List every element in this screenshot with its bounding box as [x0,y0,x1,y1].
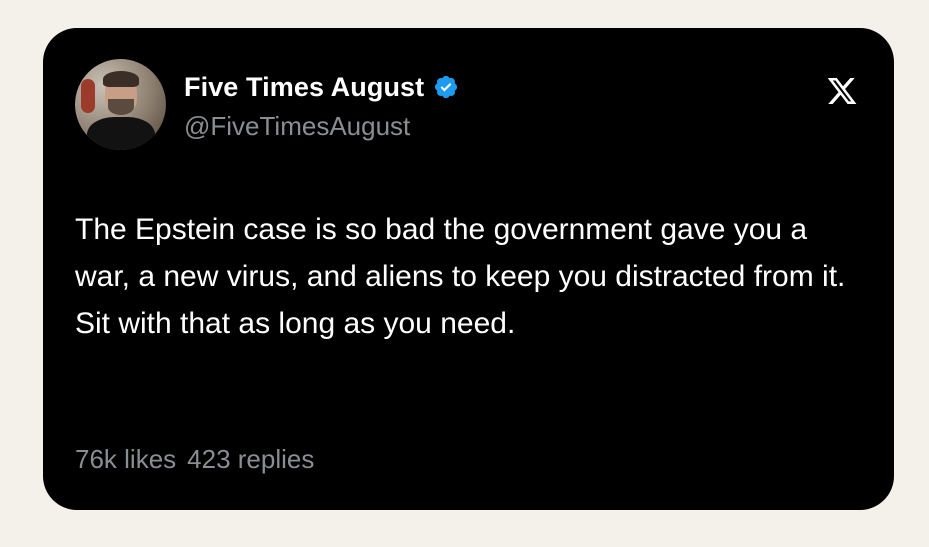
likes-count[interactable]: 76k likes [75,444,176,475]
tweet-stats: 76k likes 423 replies [75,444,314,475]
x-logo-icon[interactable] [826,75,858,107]
replies-count[interactable]: 423 replies [187,444,314,475]
avatar-beard [108,99,134,115]
author-handle[interactable]: @FiveTimesAugust [184,111,410,142]
verified-badge-icon [435,75,458,99]
author-display-name[interactable]: Five Times August [184,72,424,103]
avatar[interactable] [75,59,166,150]
avatar-guitar [81,79,95,113]
avatar-body [87,117,155,150]
tweet-card: Five Times August @FiveTimesAugust The E… [43,28,894,510]
tweet-text: The Epstein case is so bad the governmen… [75,213,846,340]
author-name-row: Five Times August [184,70,459,104]
avatar-hair [103,71,139,87]
